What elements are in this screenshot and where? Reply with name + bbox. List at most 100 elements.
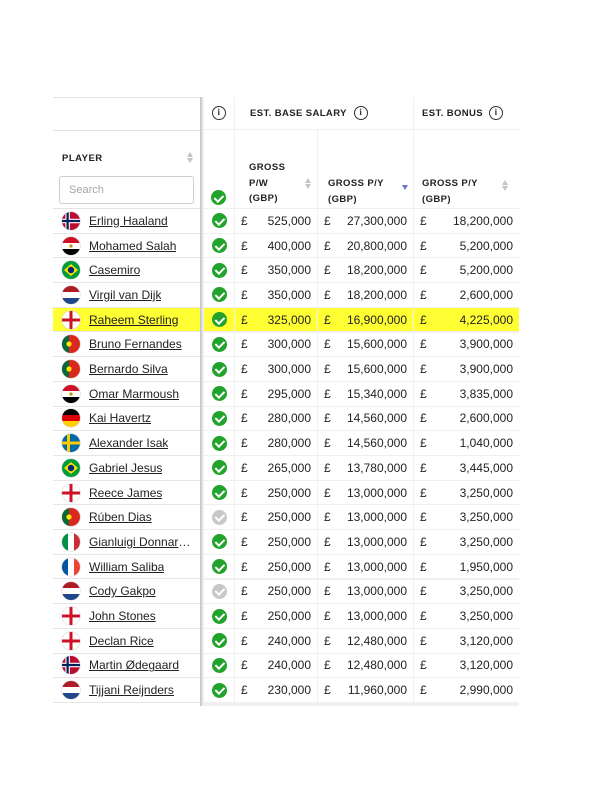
currency-symbol: £ [241, 263, 248, 278]
gross-pw-sort-icon[interactable] [305, 178, 311, 189]
player-name-link[interactable]: Mohamed Salah [89, 239, 176, 253]
base-salary-title: EST. BASE SALARY [250, 107, 347, 119]
player-row: Alexander Isak [53, 431, 200, 456]
player-header-label: PLAYER [62, 153, 103, 164]
gross-pw-cell: £400,000 [235, 233, 317, 258]
verified-cell [204, 431, 234, 455]
bonus-gross-py-cell-value: £3,250,000 [414, 584, 519, 598]
amount: 13,000,000 [346, 534, 407, 549]
bonus-gross-py-cell: £3,900,000 [414, 332, 519, 357]
verified-cell [204, 381, 234, 406]
gross-py-cell: £14,560,000 [318, 406, 413, 431]
gross-pw-cell-value: £250,000 [235, 535, 317, 549]
bonus-gross-py-cell: £3,445,000 [414, 456, 519, 480]
verified-cell [204, 678, 234, 702]
player-row: Martin Ødegaard [53, 654, 200, 679]
player-name-link[interactable]: Omar Marmoush [89, 387, 179, 401]
currency-symbol: £ [420, 213, 427, 228]
gross-pw-cell: £350,000 [235, 283, 317, 307]
gross-py-header[interactable]: GROSS P/Y (GBP) [318, 130, 413, 208]
gross-py-cell-value: £20,800,000 [318, 239, 413, 253]
gross-py-cell: £18,200,000 [318, 258, 413, 283]
bonus-gross-py-cell-value: £3,250,000 [414, 486, 519, 500]
bonus-info-icon[interactable]: i [489, 106, 504, 120]
player-name-link[interactable]: Gabriel Jesus [89, 461, 162, 475]
currency-symbol: £ [241, 312, 248, 327]
england-flag-icon [62, 607, 80, 626]
player-name-link[interactable]: Raheem Sterling [89, 313, 178, 327]
bonus-gross-py-cell-value: £5,200,000 [414, 263, 519, 277]
currency-symbol: £ [324, 287, 331, 302]
bonus-gross-py-cell: £3,120,000 [414, 653, 519, 678]
verified-cell [204, 505, 234, 530]
unverified-check-icon [211, 509, 227, 525]
gross-pw-cell-value: £240,000 [235, 634, 317, 648]
currency-symbol: £ [324, 337, 331, 352]
player-column-header[interactable]: PLAYER [53, 130, 200, 209]
currency-symbol: £ [420, 337, 427, 352]
player-name-link[interactable]: Erling Haaland [89, 214, 168, 228]
amount: 4,225,000 [459, 312, 513, 327]
currency-symbol: £ [241, 411, 248, 426]
player-name-link[interactable]: Virgil van Dijk [89, 288, 161, 302]
info-icon[interactable]: i [212, 106, 226, 120]
amount: 13,000,000 [346, 559, 407, 574]
player-name-link[interactable]: William Saliba [89, 560, 164, 574]
player-name-link[interactable]: Gianluigi Donnarumma [89, 535, 195, 549]
player-name-link[interactable]: Rúben Dias [89, 510, 152, 524]
currency-symbol: £ [324, 534, 331, 549]
bonus-sort-icon[interactable] [502, 180, 508, 191]
gross-py-cell: £15,600,000 [318, 332, 413, 357]
amount: 11,960,000 [347, 683, 407, 698]
bonus-gross-py-cell-value: £1,040,000 [414, 436, 519, 450]
player-name-link[interactable]: Kai Havertz [89, 411, 151, 425]
base-salary-info-icon[interactable]: i [353, 106, 368, 120]
player-name-link[interactable]: Martin Ødegaard [89, 658, 179, 672]
verified-check-icon [211, 460, 227, 476]
player-search-input[interactable] [59, 176, 194, 204]
currency-symbol: £ [241, 386, 248, 401]
gross-py-cell-value: £14,560,000 [318, 411, 413, 425]
player-name-link[interactable]: Declan Rice [89, 634, 154, 648]
bonus-gross-py-cell-value: £18,200,000 [414, 214, 519, 228]
bonus-gross-py-cell-value: £1,950,000 [414, 560, 519, 574]
currency-symbol: £ [324, 658, 331, 673]
amount: 2,990,000 [459, 683, 513, 698]
verified-cell [204, 406, 234, 431]
player-name-link[interactable]: Bernardo Silva [89, 362, 168, 376]
currency-symbol: £ [420, 312, 427, 327]
player-name-link[interactable]: Alexander Isak [89, 436, 168, 450]
player-column: PLAYER Erling Haaland Mohamed Salah Casemi… [53, 97, 201, 706]
player-row: Cody Gakpo [53, 580, 200, 605]
verified-cell [204, 480, 234, 505]
bonus-gross-py-cell: £3,250,000 [414, 579, 519, 604]
player-sort-icon[interactable] [187, 152, 193, 163]
player-name-link[interactable]: John Stones [89, 609, 156, 623]
gross-pw-header[interactable]: GROSS P/W (GBP) [235, 130, 317, 208]
amount: 18,200,000 [452, 213, 513, 228]
player-name-link[interactable]: Tijjani Reijnders [89, 683, 174, 697]
currency-symbol: £ [241, 337, 248, 352]
amount: 350,000 [267, 287, 311, 302]
player-name-link[interactable]: Reece James [89, 486, 162, 500]
bonus-gross-py-cell-value: £3,120,000 [414, 658, 519, 672]
amount: 3,250,000 [459, 510, 513, 525]
gross-pw-cell-value: £230,000 [235, 683, 317, 697]
gross-py-sort-icon[interactable] [402, 185, 408, 190]
player-name-link[interactable]: Cody Gakpo [89, 584, 156, 598]
amount: 250,000 [267, 485, 311, 500]
gross-py-cell-value: £15,340,000 [318, 387, 413, 401]
amount: 250,000 [267, 584, 311, 599]
amount: 3,250,000 [459, 609, 513, 624]
player-row: Rúben Dias [53, 505, 200, 531]
bonus-gross-py-header[interactable]: GROSS P/Y (GBP) [414, 130, 519, 208]
gross-py-cell: £15,340,000 [318, 381, 413, 406]
verified-info-header[interactable]: i [204, 97, 234, 129]
salary-grid: i EST. BASE SALARY i EST. BONUS i GROSS … [203, 97, 519, 706]
player-name-link[interactable]: Casemiro [89, 263, 140, 277]
gross-py-cell: £13,000,000 [318, 604, 413, 628]
amount: 230,000 [267, 683, 311, 698]
player-name-link[interactable]: Bruno Fernandes [89, 337, 182, 351]
bonus-gross-py-cell: £2,600,000 [414, 283, 519, 307]
currency-symbol: £ [324, 510, 331, 525]
